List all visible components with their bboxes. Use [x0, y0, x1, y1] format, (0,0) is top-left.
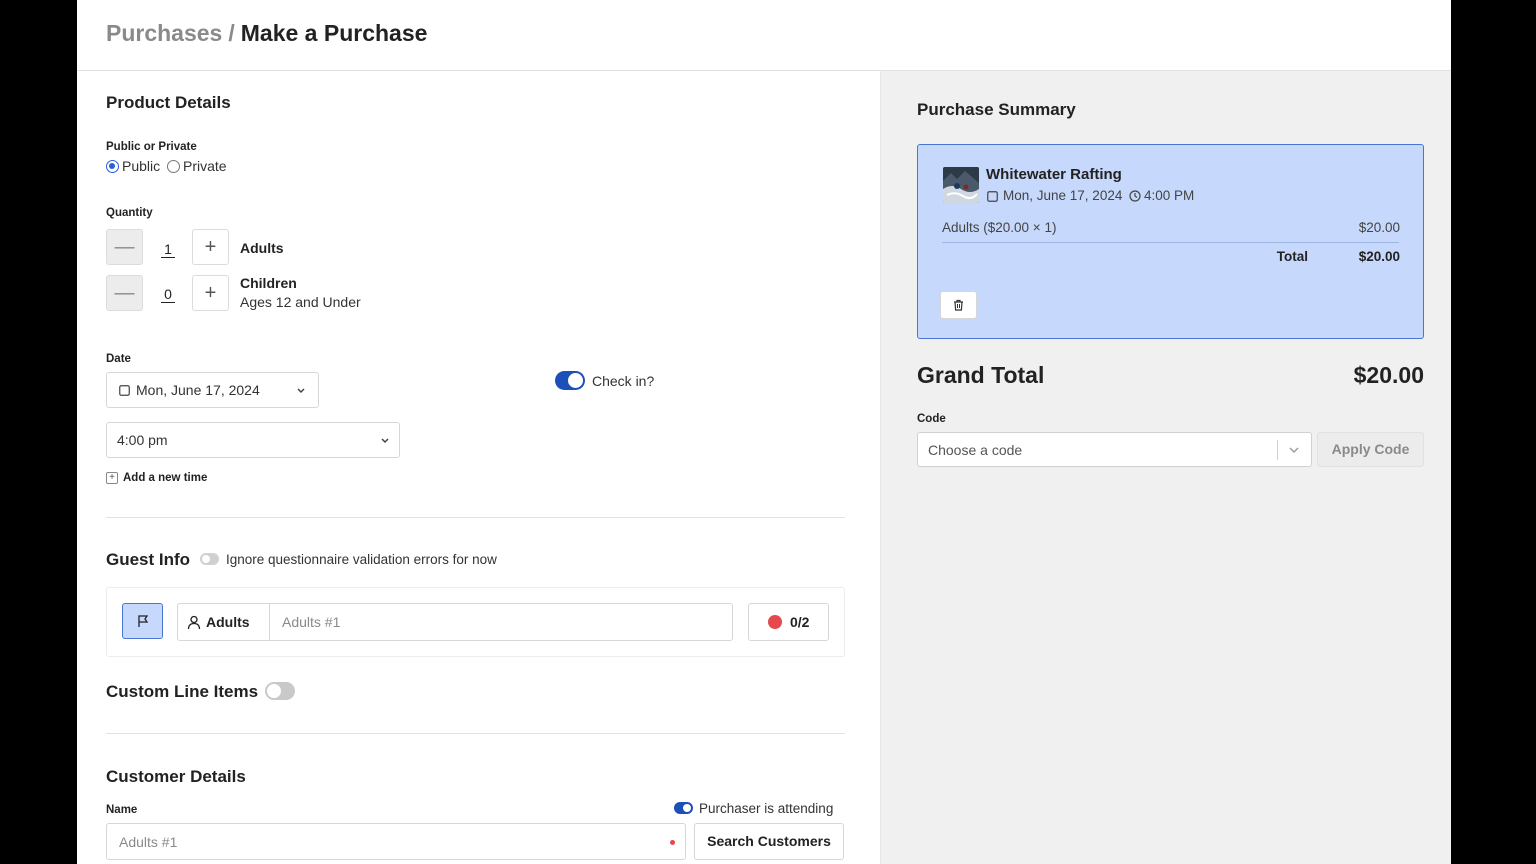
rafting-photo [943, 167, 979, 203]
purchase-summary-panel: Purchase Summary Whitewater Rafting Mon,… [880, 71, 1451, 864]
line-item-amount: $20.00 [1358, 220, 1400, 235]
summary-item-date: Mon, June 17, 2024 [1003, 188, 1123, 203]
adults-increment-button[interactable]: + [192, 229, 229, 265]
ignore-validation-label: Ignore questionnaire validation errors f… [226, 552, 497, 567]
product-details-heading: Product Details [106, 93, 231, 112]
code-placeholder: Choose a code [928, 442, 1023, 458]
name-label: Name [106, 804, 138, 816]
item-total-amount: $20.00 [1358, 249, 1400, 264]
section-divider [106, 733, 845, 734]
flag-button[interactable] [122, 603, 163, 639]
minus-icon: — [114, 235, 135, 258]
public-radio-label[interactable]: Public [122, 158, 160, 174]
clock-icon [1129, 190, 1141, 202]
children-quantity-value[interactable]: 0 [161, 286, 175, 303]
visibility-label: Public or Private [106, 141, 197, 153]
custom-line-items-heading: Custom Line Items [106, 682, 259, 701]
purchaser-attending-toggle[interactable] [674, 802, 693, 814]
line-item-label: Adults ($20.00 × 1) [942, 220, 1057, 235]
questionnaire-count: 0/2 [790, 614, 810, 630]
page-title: Make a Purchase [240, 20, 428, 46]
required-indicator [670, 840, 675, 845]
children-increment-button[interactable]: + [192, 275, 229, 311]
app-window: Purchases / Make a Purchase Product Detail… [77, 0, 1451, 864]
time-select[interactable]: 4:00 pm [106, 422, 400, 458]
plus-icon: + [204, 235, 217, 258]
check-in-label: Check in? [592, 373, 655, 389]
adults-decrement-button[interactable]: — [106, 229, 143, 265]
check-in-toggle[interactable] [555, 371, 585, 390]
private-radio-label[interactable]: Private [183, 158, 227, 174]
chevron-down-icon [1289, 447, 1299, 453]
children-quantity-label: Children [240, 275, 297, 291]
guest-row: Adults Adults #1 0/2 [106, 587, 845, 657]
purchaser-attending-label: Purchaser is attending [699, 801, 834, 816]
code-select[interactable]: Choose a code [917, 432, 1312, 467]
summary-item-time: 4:00 PM [1144, 188, 1195, 203]
public-radio[interactable] [106, 160, 119, 173]
guest-type-label: Adults [206, 614, 250, 630]
adults-quantity-value[interactable]: 1 [161, 241, 175, 258]
add-new-time-link[interactable]: Add a new time [123, 472, 207, 484]
grand-total-label: Grand Total [917, 362, 1045, 388]
summary-divider [942, 242, 1399, 243]
customer-name-input[interactable]: Adults #1 [106, 823, 686, 860]
time-value: 4:00 pm [117, 432, 168, 448]
user-icon [187, 615, 201, 630]
calendar-icon [119, 385, 130, 396]
add-time-icon[interactable]: + [106, 472, 118, 484]
search-customers-button[interactable]: Search Customers [694, 823, 844, 860]
guest-name-input[interactable]: Adults #1 [269, 603, 733, 641]
toggle-knob [267, 684, 281, 698]
adults-quantity-label: Adults [240, 240, 284, 256]
chevron-down-icon [297, 388, 305, 394]
quantity-label: Quantity [106, 207, 153, 219]
grand-total-amount: $20.00 [1353, 362, 1424, 388]
guest-info-heading: Guest Info [106, 550, 191, 569]
plus-icon: + [204, 281, 217, 304]
customer-details-heading: Customer Details [106, 767, 246, 786]
breadcrumb: Purchases / Make a Purchase [106, 20, 427, 47]
breadcrumb-parent-link[interactable]: Purchases [106, 20, 222, 46]
chevron-down-icon [381, 438, 389, 444]
summary-item-card: Whitewater Rafting Mon, June 17, 2024 4:… [917, 144, 1424, 339]
guest-name-placeholder: Adults #1 [282, 614, 341, 630]
summary-item-name: Whitewater Rafting [986, 166, 1122, 183]
ignore-validation-toggle[interactable] [200, 553, 219, 565]
guest-type-button[interactable]: Adults [177, 603, 270, 641]
top-bar: Purchases / Make a Purchase [77, 0, 1451, 71]
trash-icon [954, 299, 963, 311]
flag-icon [137, 615, 148, 627]
code-label: Code [917, 413, 946, 425]
purchase-form-panel: Product Details Public or Private Public… [77, 71, 880, 864]
questionnaire-count-button[interactable]: 0/2 [748, 603, 829, 641]
purchase-summary-heading: Purchase Summary [917, 100, 1076, 119]
toggle-knob [202, 555, 210, 563]
apply-code-button[interactable]: Apply Code [1317, 432, 1424, 467]
breadcrumb-separator: / [228, 20, 235, 46]
date-label: Date [106, 353, 131, 365]
toggle-knob [568, 373, 583, 388]
toggle-knob [683, 804, 691, 812]
children-decrement-button[interactable]: — [106, 275, 143, 311]
date-picker[interactable]: Mon, June 17, 2024 [106, 372, 319, 408]
date-value: Mon, June 17, 2024 [136, 382, 260, 398]
error-dot-icon [768, 615, 782, 629]
children-quantity-note: Ages 12 and Under [240, 294, 361, 310]
section-divider [106, 517, 845, 518]
product-thumbnail [943, 167, 979, 203]
custom-line-items-toggle[interactable] [265, 682, 295, 700]
remove-item-button[interactable] [940, 291, 977, 319]
calendar-icon [987, 191, 998, 202]
private-radio[interactable] [167, 160, 180, 173]
minus-icon: — [114, 281, 135, 304]
select-separator [1277, 440, 1278, 460]
item-total-label: Total [1276, 249, 1308, 264]
customer-name-placeholder: Adults #1 [119, 834, 178, 850]
